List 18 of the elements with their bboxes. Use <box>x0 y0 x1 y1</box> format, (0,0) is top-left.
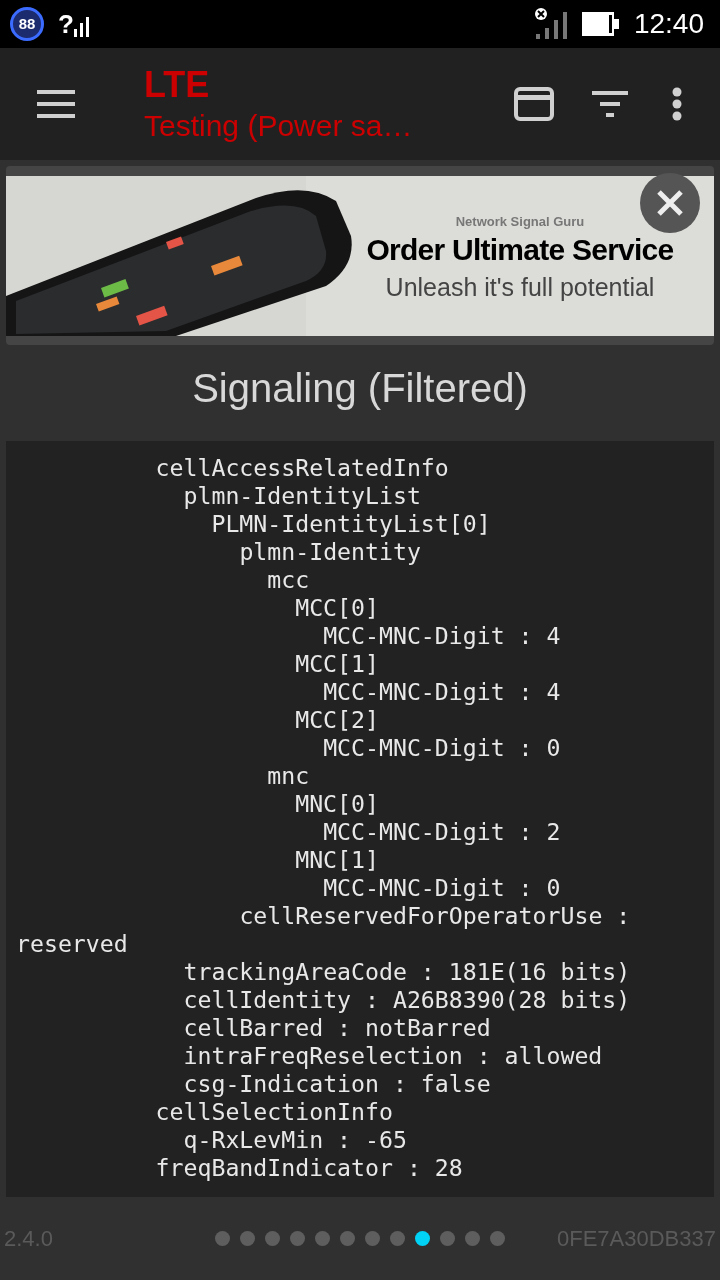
clock-time: 12:40 <box>633 7 704 41</box>
filter-icon[interactable] <box>592 91 628 117</box>
ad-tagline: Unleash it's full potential <box>385 271 655 303</box>
ad-headline: Order Ultimate Service <box>366 231 674 268</box>
more-icon[interactable] <box>672 87 682 121</box>
ad-brand: Network Signal Guru <box>455 213 585 231</box>
card-icon[interactable] <box>514 87 554 121</box>
signal-icon <box>73 17 90 37</box>
ad-banner[interactable]: Network Signal Guru Order Ultimate Service Unleash it's full potential <box>6 166 714 345</box>
section-title: Signaling (Filtered) <box>192 365 528 412</box>
notification-badge: 88 <box>10 7 44 41</box>
battery-icon <box>581 12 620 36</box>
status-subtitle: Testing (Power sa… <box>144 108 414 144</box>
unknown-signal-mark: ? <box>58 11 74 37</box>
message-detail-text: cellAccessRelatedInfo plmn-IdentityList PLMN-IdentityList[0] plmn-Identity mcc MCC[0] MCC-MNC-Digit : 4 MCC[1] MCC-MNC-Digit : 4 MCC[2] MCC-MNC-Digit : 0 mnc MNC[0] MCC-MNC-Digit : 2 MNC[1] MCC-MNC-Digit : 0 cellReservedForOperatorUse : reserved trackingAreaCode : 181E(16 bits) cellIdentity : A26B8390(28 bits) cellBarred : notBarred intraFreqReselection : allowed csg-Indication : false cellSelectionInfo q-RxLevMin : -65 freqBandIndicator : 28 <box>16 454 632 1182</box>
network-type-title: LTE <box>144 63 211 107</box>
close-icon <box>656 189 684 217</box>
no-signal-icon <box>533 8 568 40</box>
